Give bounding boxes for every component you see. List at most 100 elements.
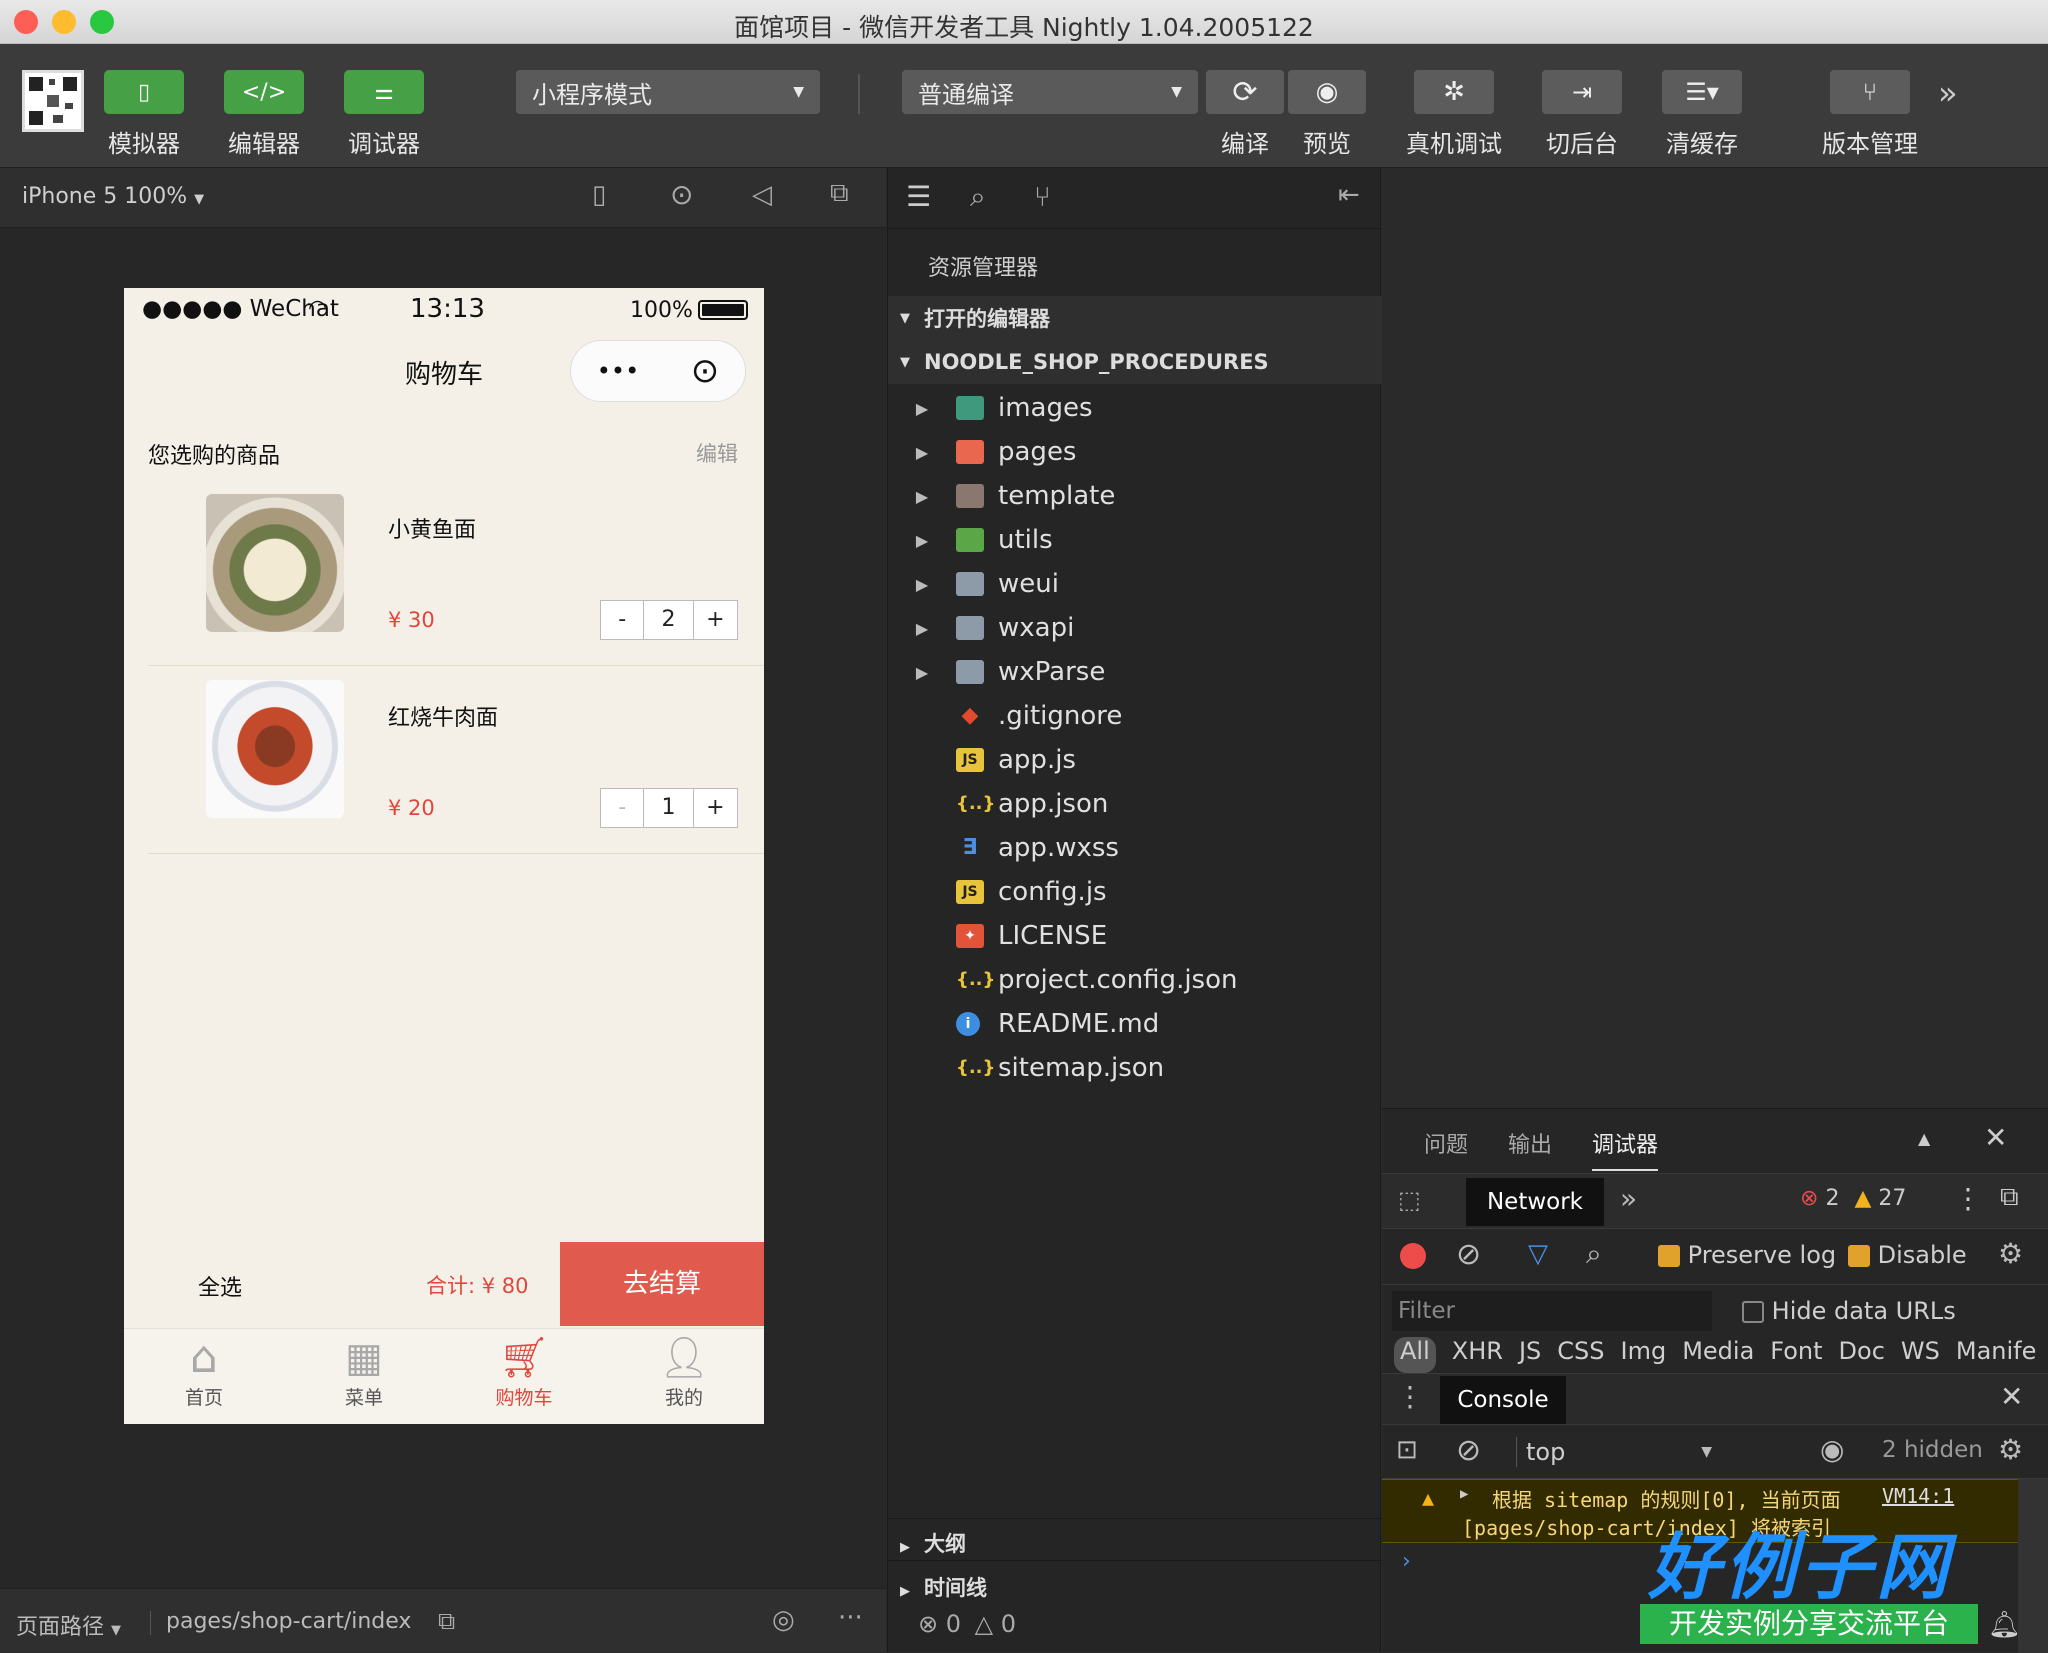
minus-button[interactable]: - [601,789,645,827]
more-chevrons-icon[interactable]: » [1938,74,1958,112]
sidebar-toggle-icon[interactable]: ⊡ [1396,1435,1418,1465]
tree-file-app-json[interactable]: {..} app.json [888,782,1382,826]
console-tab[interactable]: Console [1440,1376,1566,1424]
compile-button[interactable]: ⟳ [1206,70,1284,114]
clear-console-icon[interactable]: ⊘ [1456,1433,1481,1468]
bell-icon[interactable]: 🔔︎ [1988,1610,2021,1640]
tree-folder-wxapi[interactable]: ▶ wxapi [888,606,1382,650]
maximize-panel-icon[interactable]: ▲ [1918,1129,1930,1148]
tree-file-license[interactable]: ✦ LICENSE [888,914,1382,958]
plus-button[interactable]: + [694,789,737,827]
console-prompt-icon[interactable]: › [1402,1549,1411,1574]
tree-file-readme[interactable]: i README.md [888,1002,1382,1046]
expand-caret-icon[interactable]: ▶ [1460,1486,1468,1502]
simulator-toggle-button[interactable]: ▯ [104,70,184,114]
search-icon[interactable]: ⌕ [970,180,986,214]
quantity-stepper[interactable]: - 1 + [600,788,738,828]
editor-toggle-button[interactable]: </> [224,70,304,114]
select-all-checkbox[interactable]: 全选 [198,1270,242,1302]
type-doc[interactable]: Doc [1839,1337,1885,1373]
console-settings-icon[interactable]: ⚙ [1998,1433,2023,1466]
device-select[interactable]: iPhone 5 100% ▼ [22,184,204,209]
edit-button[interactable]: 编辑 [696,438,738,468]
mode-select[interactable]: 小程序模式 ▼ [516,70,820,114]
list-icon[interactable]: ☰ [906,180,931,213]
live-expression-icon[interactable]: ◉ [1820,1433,1844,1466]
type-media[interactable]: Media [1682,1337,1754,1373]
tab-problems[interactable]: 问题 [1424,1127,1468,1159]
debugger-toggle-button[interactable]: ⚌ [344,70,424,114]
problems-status[interactable]: ⊗ 0 △ 0 [918,1610,1016,1638]
preserve-log-checkbox[interactable]: Preserve log [1658,1241,1836,1269]
compile-mode-select[interactable]: 普通编译 ▼ [902,70,1198,114]
quantity-stepper[interactable]: - 2 + [600,600,738,640]
close-drawer-icon[interactable]: ✕ [2000,1380,2023,1413]
tree-folder-images[interactable]: ▶ images [888,386,1382,430]
close-miniprogram-icon[interactable]: ⊙ [691,351,720,391]
context-select[interactable]: top ▼ [1526,1435,1712,1469]
tree-folder-weui[interactable]: ▶ weui [888,562,1382,606]
clear-cache-button[interactable]: ☰▾ [1662,70,1742,114]
undock-icon[interactable]: ⧉ [2000,1182,2019,1213]
drawer-menu-icon[interactable]: ⋮ [1396,1380,1424,1413]
kebab-menu-icon[interactable]: ⋮ [1954,1182,1982,1215]
capsule-menu[interactable]: ••• ⊙ [570,340,746,402]
page-path-select[interactable]: 页面路径 ▼ [16,1609,121,1641]
tab-profile[interactable]: 👤︎ 我的 [644,1333,724,1410]
tree-folder-pages[interactable]: ▶ pages [888,430,1382,474]
tree-file-sitemap[interactable]: {..} sitemap.json [888,1046,1382,1090]
tree-folder-wxparse[interactable]: ▶ wxParse [888,650,1382,694]
open-editors-section[interactable]: ▼ 打开的编辑器 [888,296,1382,340]
tab-cart[interactable]: 🛒︎ 购物车 [484,1333,564,1410]
eye-icon[interactable]: ◎ [772,1605,795,1635]
more-dots-icon[interactable]: ••• [597,357,639,385]
tree-file-app-wxss[interactable]: ∃ app.wxss [888,826,1382,870]
tree-file-project-config[interactable]: {..} project.config.json [888,958,1382,1002]
tree-folder-utils[interactable]: ▶ utils [888,518,1382,562]
network-tab[interactable]: Network [1466,1178,1604,1226]
device-rotate-icon[interactable]: ▯ [592,180,606,210]
tree-file-app-js[interactable]: JS app.js [888,738,1382,782]
search-icon[interactable]: ⌕ [1586,1237,1602,1271]
type-css[interactable]: CSS [1557,1337,1604,1373]
volume-icon[interactable]: ◁ [752,180,772,210]
copy-icon[interactable]: ⧉ [438,1607,455,1635]
tab-home[interactable]: ⌂ 首页 [164,1333,244,1410]
type-all[interactable]: All [1394,1337,1436,1373]
disable-cache-checkbox[interactable]: Disable [1848,1241,1998,1269]
background-button[interactable]: ⇥ [1542,70,1622,114]
tree-file-config-js[interactable]: JS config.js [888,870,1382,914]
filter-funnel-icon[interactable]: ▽ [1528,1239,1548,1269]
stop-icon[interactable]: ⊙ [670,178,693,211]
minus-button[interactable]: - [601,601,645,639]
inspect-element-icon[interactable]: ⬚ [1398,1186,1421,1214]
tab-debugger[interactable]: 调试器 [1592,1127,1659,1171]
qr-avatar[interactable] [22,70,84,132]
more-tabs-icon[interactable]: » [1620,1182,1637,1215]
more-icon[interactable]: ··· [838,1603,863,1633]
record-button[interactable] [1400,1243,1426,1269]
remote-debug-button[interactable]: ✲ [1414,70,1494,114]
source-link[interactable]: VM14:1 [1882,1484,1954,1508]
type-font[interactable]: Font [1770,1337,1822,1373]
preview-button[interactable]: ◉ [1288,70,1366,114]
outline-section[interactable]: ▶ 大纲 [900,1528,966,1558]
project-section[interactable]: ▼ NOODLE_SHOP_PROCEDURES [888,340,1382,384]
tab-output[interactable]: 输出 [1508,1127,1552,1159]
issue-counts[interactable]: ⊗ 2 ▲ 27 [1800,1186,1906,1211]
timeline-section[interactable]: ▶ 时间线 [900,1572,987,1602]
type-img[interactable]: Img [1620,1337,1666,1373]
tree-file-gitignore[interactable]: ◆ .gitignore [888,694,1382,738]
plus-button[interactable]: + [694,601,737,639]
tree-folder-template[interactable]: ▶ template [888,474,1382,518]
filter-input[interactable]: Filter [1392,1291,1712,1331]
settings-gear-icon[interactable]: ⚙ [1998,1237,2023,1270]
type-manifest[interactable]: Manife [1956,1337,2037,1373]
hide-data-urls-checkbox[interactable]: Hide data URLs [1742,1297,1956,1325]
hidden-count[interactable]: 2 hidden [1882,1437,1983,1463]
detach-window-icon[interactable]: ⧉ [830,178,849,209]
version-button[interactable]: ⑂ [1830,70,1910,114]
console-scrollbar[interactable] [2018,1479,2048,1653]
collapse-panel-icon[interactable]: ⇤ [1338,180,1360,210]
tab-menu[interactable]: ▦ 菜单 [324,1333,404,1410]
